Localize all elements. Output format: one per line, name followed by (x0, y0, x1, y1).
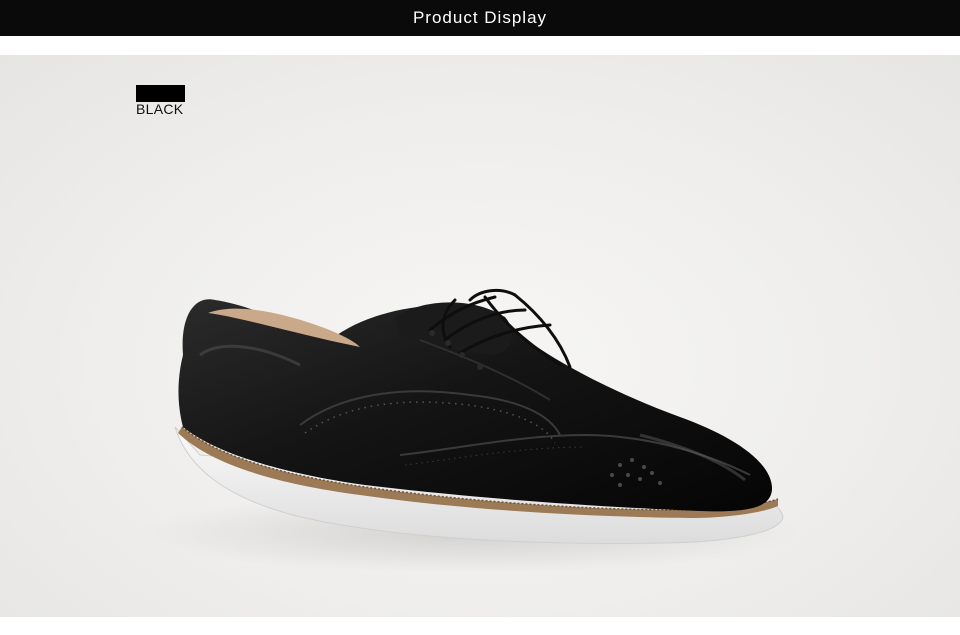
header-bar: Product Display (0, 0, 960, 36)
product-photo-area: BLACK (0, 55, 960, 617)
page-title: Product Display (412, 8, 548, 27)
shoe-photo (140, 288, 800, 573)
bottom-strip (0, 617, 960, 635)
